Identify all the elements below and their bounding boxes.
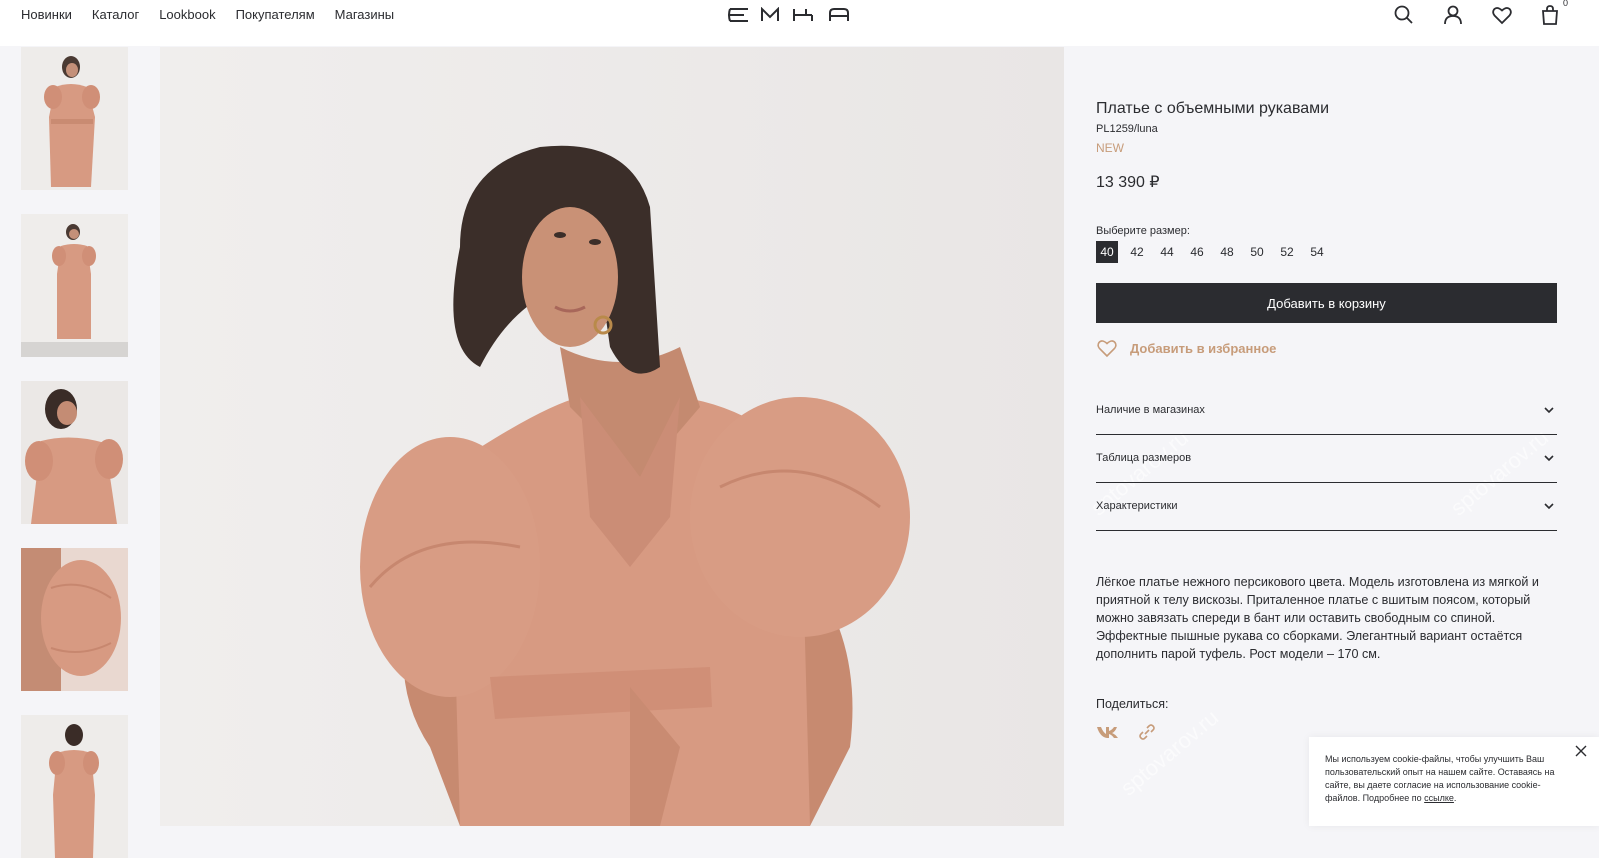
size-option-46[interactable]: 46 [1186,241,1208,263]
cookie-text-end: . [1453,793,1457,803]
cookie-policy-link[interactable]: ссылке [1424,793,1454,803]
accordion-label: Наличие в магазинах [1096,404,1205,416]
thumbnail-2[interactable] [21,214,128,357]
add-to-favorites-button[interactable]: Добавить в избранное [1096,338,1276,358]
thumbnail-1[interactable] [21,47,128,190]
chevron-down-icon [1544,455,1554,462]
brand-logo[interactable] [728,7,850,23]
nav-item-stores[interactable]: Магазины [335,7,395,22]
nav-item-new[interactable]: Новинки [21,7,72,22]
cookie-text: Мы используем cookie-файлы, чтобы улучши… [1325,753,1561,805]
size-selector: 40 42 44 46 48 50 52 54 [1096,241,1328,263]
main-product-image[interactable] [160,47,1064,826]
nav-item-customers[interactable]: Покупателям [236,7,315,22]
site-header: Новинки Каталог Lookbook Покупателям Маг… [0,0,1599,46]
accordion-store-availability[interactable]: Наличие в магазинах [1096,386,1557,435]
chevron-down-icon [1544,407,1554,414]
watermark: sptovarov.ru [1115,704,1224,801]
bag-icon[interactable] [1539,4,1561,26]
accordion-label: Таблица размеров [1096,452,1192,464]
product-price: 13 390 ₽ [1096,174,1160,191]
thumbnail-3[interactable] [21,381,128,524]
vk-icon[interactable] [1096,725,1120,739]
size-option-40[interactable]: 40 [1096,241,1118,263]
search-icon[interactable] [1393,4,1415,26]
link-icon[interactable] [1138,723,1156,741]
size-label: Выберите размер: [1096,225,1190,237]
size-option-42[interactable]: 42 [1126,241,1148,263]
product-description: Лёгкое платье нежного персикового цвета.… [1096,575,1539,661]
size-option-54[interactable]: 54 [1306,241,1328,263]
product-title: Платье с объемными рукавами [1096,100,1330,117]
accordion-size-chart[interactable]: Таблица размеров [1096,434,1557,483]
heart-icon[interactable] [1491,4,1513,26]
add-to-cart-button[interactable]: Добавить в корзину [1096,283,1557,323]
add-to-favorites-label: Добавить в избранное [1130,340,1277,356]
chevron-down-icon [1544,503,1554,510]
accordion-characteristics[interactable]: Характеристики [1096,482,1557,531]
cart-count: 0 [1563,0,1569,8]
size-option-44[interactable]: 44 [1156,241,1178,263]
share-label: Поделиться: [1096,697,1169,711]
size-option-52[interactable]: 52 [1276,241,1298,263]
product-sku: PL1259/luna [1096,123,1158,135]
thumbnail-4[interactable] [21,548,128,691]
user-icon[interactable] [1442,4,1464,26]
size-option-50[interactable]: 50 [1246,241,1268,263]
main-nav: Новинки Каталог Lookbook Покупателям Маг… [21,7,394,22]
cookie-banner: Мы используем cookie-файлы, чтобы улучши… [1309,737,1599,826]
nav-item-lookbook[interactable]: Lookbook [159,7,215,22]
heart-outline-icon [1097,340,1117,358]
thumbnail-5[interactable] [21,715,128,858]
accordion-label: Характеристики [1096,500,1178,512]
nav-item-catalog[interactable]: Каталог [92,7,139,22]
size-option-48[interactable]: 48 [1216,241,1238,263]
new-badge: NEW [1096,141,1124,155]
close-icon[interactable] [1575,745,1587,757]
